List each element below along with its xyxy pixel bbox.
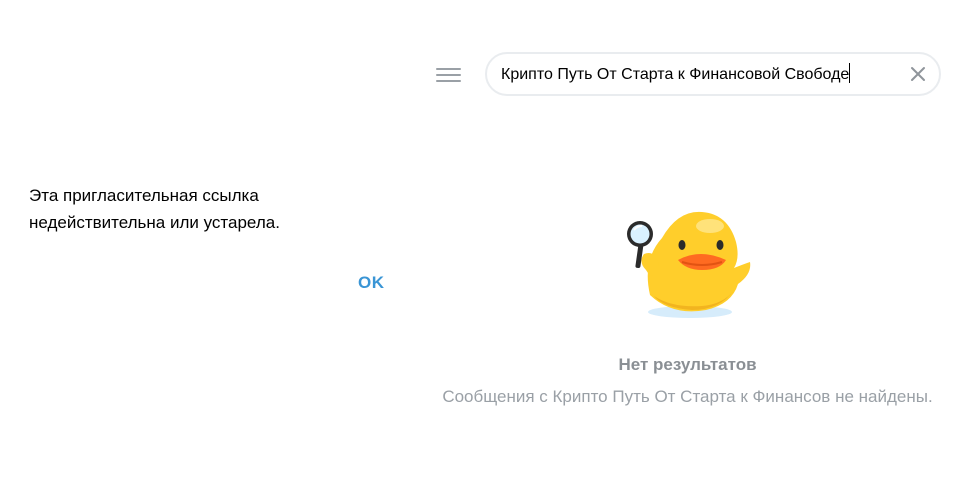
app-window: Эта пригласительная ссылка недействитель… bbox=[0, 0, 973, 494]
hamburger-menu-icon[interactable] bbox=[436, 66, 461, 84]
invite-link-dialog: Эта пригласительная ссылка недействитель… bbox=[0, 160, 402, 310]
search-input[interactable]: Крипто Путь От Старта к Финансовой Свобо… bbox=[501, 63, 851, 84]
duck-magnifier-sticker bbox=[627, 211, 751, 318]
no-results-subtitle: Сообщения с Крипто Путь От Старта к Фина… bbox=[442, 387, 933, 406]
dialog-message-line-1: Эта пригласительная ссылка bbox=[29, 186, 259, 205]
text-caret bbox=[849, 63, 851, 83]
no-results-title: Нет результатов bbox=[618, 355, 757, 374]
search-input-value: Крипто Путь От Старта к Финансовой Свобо… bbox=[501, 66, 850, 83]
dialog-message: Эта пригласительная ссылка недействитель… bbox=[29, 182, 389, 236]
ok-button[interactable]: OK bbox=[350, 271, 393, 295]
close-icon[interactable] bbox=[909, 65, 927, 83]
search-field[interactable]: Крипто Путь От Старта к Финансовой Свобо… bbox=[485, 52, 941, 96]
dialog-message-line-2: недействительна или устарела. bbox=[29, 213, 280, 232]
